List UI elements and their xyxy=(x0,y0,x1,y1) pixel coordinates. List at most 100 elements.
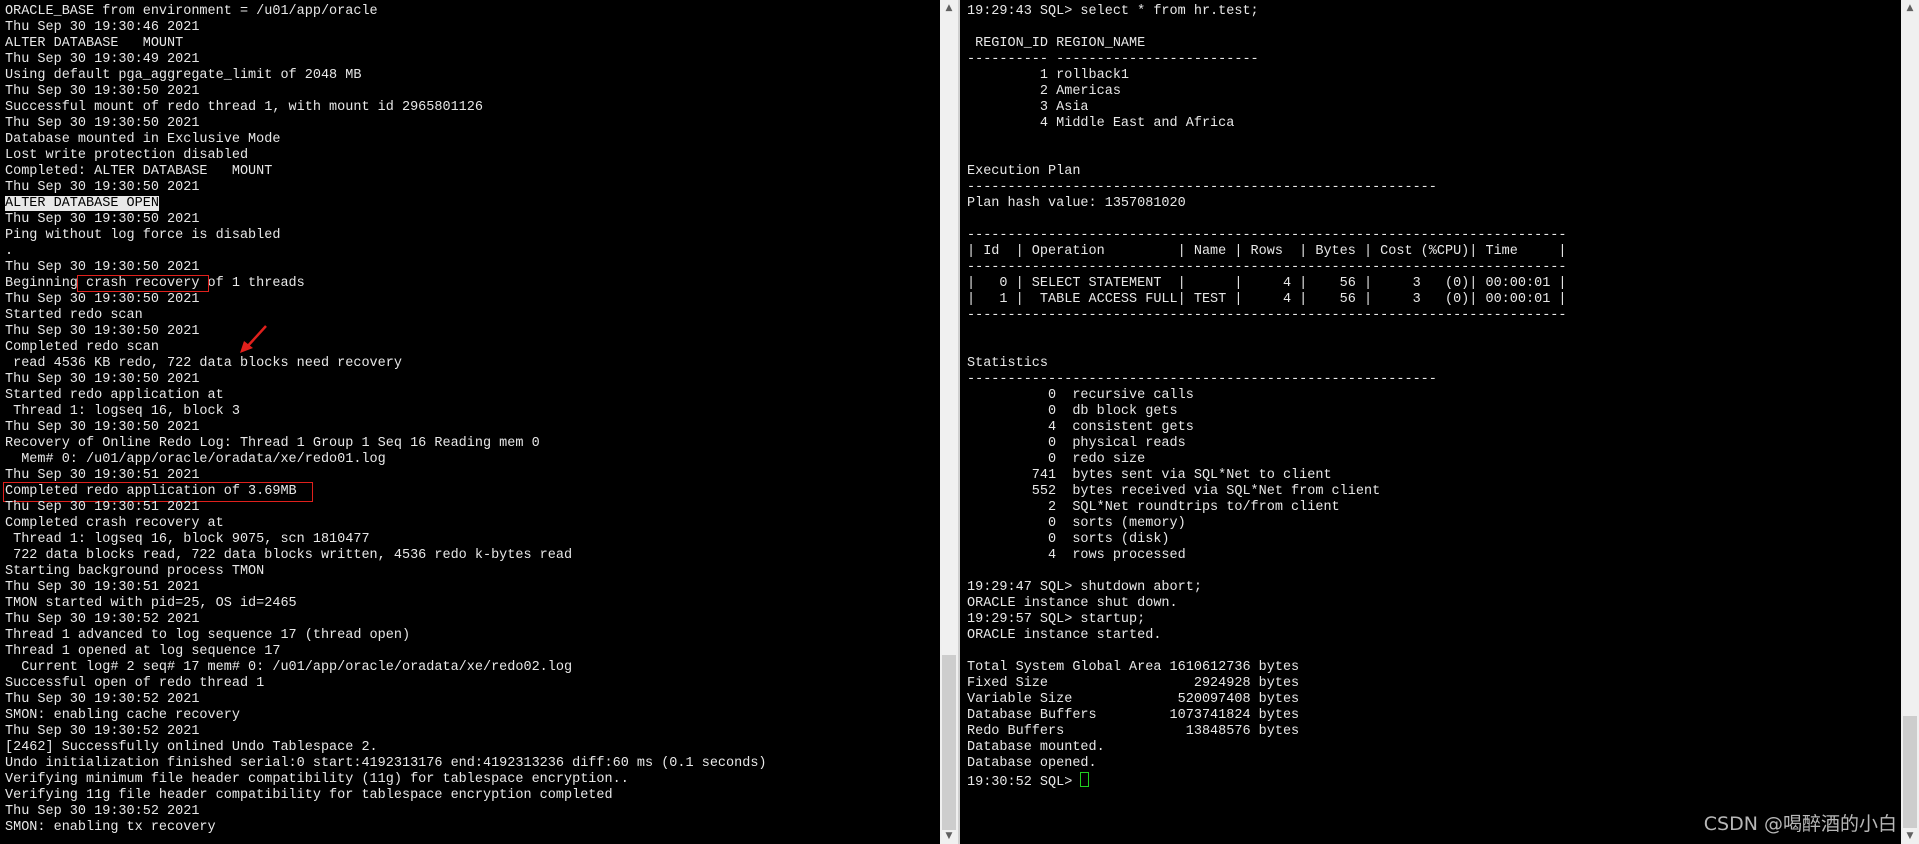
terminal-line: Thread 1 advanced to log sequence 17 (th… xyxy=(5,628,411,643)
red-arrow-annotation-icon xyxy=(240,325,267,353)
terminal-line: Thu Sep 30 19:30:50 2021 xyxy=(5,292,200,307)
scroll-down-icon[interactable]: ▼ xyxy=(940,828,958,844)
terminal-line: Thu Sep 30 19:30:52 2021 xyxy=(5,804,200,819)
terminal-line: Thu Sep 30 19:30:50 2021 xyxy=(5,116,200,131)
terminal-line: [2462] Successfully onlined Undo Tablesp… xyxy=(5,740,378,755)
terminal-line: Started redo application at xyxy=(5,388,224,403)
terminal-line: Thu Sep 30 19:30:46 2021 xyxy=(5,20,200,35)
terminal-line: Thu Sep 30 19:30:51 2021 xyxy=(5,468,200,483)
terminal-line: 2 SQL*Net roundtrips to/from client xyxy=(967,500,1340,515)
terminal-line: ----------------------------------------… xyxy=(967,308,1567,323)
red-box-annotation: Completed redo application of 3.69MB xyxy=(3,482,313,502)
terminal-line: Thread 1: logseq 16, block 9075, scn 181… xyxy=(5,532,370,547)
terminal-line: Variable Size 520097408 bytes xyxy=(967,692,1300,707)
terminal-line: ---------- ------------------------- xyxy=(967,52,1259,67)
terminal-line: Database Buffers 1073741824 bytes xyxy=(967,708,1300,723)
terminal-line: 1 rollback1 xyxy=(967,68,1130,83)
terminal-line: 19:30:52 SQL> xyxy=(967,772,1567,790)
terminal-line: Thu Sep 30 19:30:50 2021 xyxy=(5,212,200,227)
terminal-line: Thu Sep 30 19:30:52 2021 xyxy=(5,724,200,739)
red-box-annotation: crash recovery xyxy=(76,275,209,292)
terminal-line: SMON: enabling tx recovery xyxy=(5,820,216,835)
sql-prompt: 19:30:52 SQL> xyxy=(967,775,1081,790)
terminal-line: 4 consistent gets xyxy=(967,420,1194,435)
selected-text: ALTER DATABASE OPEN xyxy=(5,196,159,211)
terminal-line: Thu Sep 30 19:30:50 2021 xyxy=(5,324,200,339)
terminal-line: Verifying 11g file header compatibility … xyxy=(5,788,613,803)
terminal-line: SMON: enabling cache recovery xyxy=(5,708,240,723)
terminal-line: | 1 | TABLE ACCESS FULL| TEST | 4 | 56 |… xyxy=(967,292,1567,307)
terminal-line: Undo initialization finished serial:0 st… xyxy=(5,756,767,771)
terminal-line: ALTER DATABASE MOUNT xyxy=(5,36,184,51)
terminal-line: Thu Sep 30 19:30:52 2021 xyxy=(5,692,200,707)
terminal-line: Thu Sep 30 19:30:50 2021 xyxy=(5,180,200,195)
terminal-line: 741 bytes sent via SQL*Net to client xyxy=(967,468,1332,483)
terminal-line: 552 bytes received via SQL*Net from clie… xyxy=(967,484,1381,499)
terminal-line: ----------------------------------------… xyxy=(967,372,1437,387)
terminal-line: 4 rows processed xyxy=(967,548,1186,563)
terminal-line: Verifying minimum file header compatibil… xyxy=(5,772,629,787)
terminal-line: 2 Americas xyxy=(967,84,1121,99)
terminal-line: ALTER DATABASE OPEN xyxy=(5,196,767,212)
right-terminal-pane[interactable]: 19:29:43 SQL> select * from hr.test; REG… xyxy=(962,0,1901,844)
alert-log-output: ORACLE_BASE from environment = /u01/app/… xyxy=(3,4,767,836)
terminal-line: | Id | Operation | Name | Rows | Bytes |… xyxy=(967,244,1567,259)
terminal-line: Completed redo application of 3.69MB xyxy=(3,482,767,502)
left-terminal-pane[interactable]: ORACLE_BASE from environment = /u01/app/… xyxy=(0,0,940,844)
line-text: of 1 threads xyxy=(207,276,305,291)
terminal-line: 0 sorts (memory) xyxy=(967,516,1186,531)
terminal-line: Redo Buffers 13848576 bytes xyxy=(967,724,1300,739)
terminal-line: Thu Sep 30 19:30:50 2021 xyxy=(5,420,200,435)
terminal-line: Lost write protection disabled xyxy=(5,148,249,163)
terminal-line: Thu Sep 30 19:30:50 2021 xyxy=(5,84,200,99)
terminal-line: Database opened. xyxy=(967,756,1097,771)
terminal-line: Starting background process TMON xyxy=(5,564,265,579)
terminal-line: Fixed Size 2924928 bytes xyxy=(967,676,1300,691)
right-scrollbar-thumb[interactable] xyxy=(1903,716,1917,828)
line-text: Beginning xyxy=(5,276,78,291)
terminal-line: Completed redo scan xyxy=(5,340,159,355)
terminal-line: 722 data blocks read, 722 data blocks wr… xyxy=(5,548,573,563)
terminal-line: Thu Sep 30 19:30:49 2021 xyxy=(5,52,200,67)
terminal-line: 19:29:47 SQL> shutdown abort; xyxy=(967,580,1202,595)
terminal-line: ORACLE instance started. xyxy=(967,628,1162,643)
terminal-line: 0 physical reads xyxy=(967,436,1186,451)
terminal-line: 0 sorts (disk) xyxy=(967,532,1170,547)
terminal-cursor[interactable] xyxy=(1080,772,1090,787)
terminal-line: 19:29:57 SQL> startup; xyxy=(967,612,1146,627)
terminal-line: | 0 | SELECT STATEMENT | | 4 | 56 | 3 (0… xyxy=(967,276,1567,291)
terminal-line: . xyxy=(5,244,14,259)
terminal-line: 19:29:43 SQL> select * from hr.test; xyxy=(967,4,1259,19)
csdn-watermark: CSDN @喝醉酒的小白 xyxy=(1703,813,1897,835)
terminal-line: Thread 1: logseq 16, block 3 xyxy=(5,404,240,419)
right-scrollbar[interactable]: ▲ ▼ xyxy=(1901,0,1919,844)
scroll-up-icon[interactable]: ▲ xyxy=(1901,0,1919,16)
terminal-line: 0 recursive calls xyxy=(967,388,1194,403)
terminal-line: Successful open of redo thread 1 xyxy=(5,676,265,691)
left-scrollbar[interactable]: ▲ ▼ xyxy=(940,0,960,844)
terminal-line: 3 Asia xyxy=(967,100,1089,115)
terminal-line: Execution Plan xyxy=(967,164,1081,179)
terminal-line: Statistics xyxy=(967,356,1049,371)
terminal-line: read 4536 KB redo, 722 data blocks need … xyxy=(5,356,402,371)
terminal-line: Thu Sep 30 19:30:50 2021 xyxy=(5,260,200,275)
terminal-line: ----------------------------------------… xyxy=(967,180,1437,195)
sqlplus-session-output: 19:29:43 SQL> select * from hr.test; REG… xyxy=(967,4,1567,790)
left-scrollbar-thumb[interactable] xyxy=(942,655,956,830)
terminal-line: Database mounted. xyxy=(967,740,1105,755)
terminal-line: TMON started with pid=25, OS id=2465 xyxy=(5,596,297,611)
terminal-line: ORACLE_BASE from environment = /u01/app/… xyxy=(5,4,378,19)
terminal-line: Current log# 2 seq# 17 mem# 0: /u01/app/… xyxy=(5,660,573,675)
scroll-up-icon[interactable]: ▲ xyxy=(940,0,958,16)
terminal-line: Using default pga_aggregate_limit of 204… xyxy=(5,68,362,83)
terminal-line: ----------------------------------------… xyxy=(967,260,1567,275)
terminal-line: Thu Sep 30 19:30:52 2021 xyxy=(5,612,200,627)
scroll-down-icon[interactable]: ▼ xyxy=(1901,828,1919,844)
